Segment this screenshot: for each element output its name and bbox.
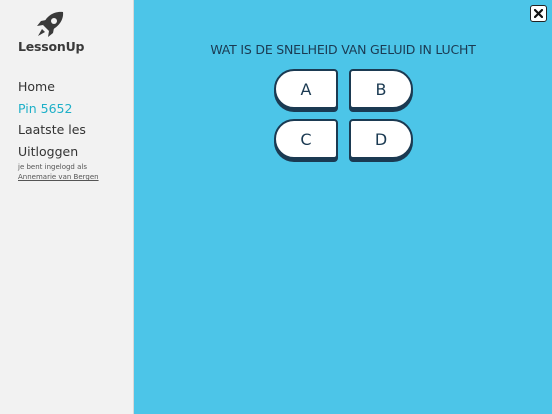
close-icon [534,9,543,18]
nav-item-pin[interactable]: Pin 5652 [18,100,86,122]
answer-c-button[interactable]: C [274,119,338,159]
logged-in-label: je bent ingelogd als [18,163,87,171]
question-text: WAT IS DE SNELHEID VAN GELUID IN LUCHT [210,42,476,57]
quiz-area: WAT IS DE SNELHEID VAN GELUID IN LUCHT A… [134,0,552,414]
answer-d-button[interactable]: D [349,119,413,159]
answer-b-button[interactable]: B [349,69,413,109]
rocket-icon [37,11,64,37]
nav-item-logout[interactable]: Uitloggen [18,143,86,165]
brand-name: LessonUp [18,39,85,54]
nav-item-last-lesson[interactable]: Laatste les [18,121,86,143]
close-button[interactable] [530,5,547,22]
answer-a-button[interactable]: A [274,69,338,109]
sidebar-nav: Home Pin 5652 Laatste les Uitloggen [18,78,86,164]
nav-item-home[interactable]: Home [18,78,86,100]
user-name-link[interactable]: Annemarie van Bergen [18,172,99,182]
answer-grid: A B C D [274,69,414,159]
logged-in-info: je bent ingelogd als Annemarie van Berge… [18,162,99,182]
sidebar: LessonUp Home Pin 5652 Laatste les Uitlo… [0,0,134,414]
